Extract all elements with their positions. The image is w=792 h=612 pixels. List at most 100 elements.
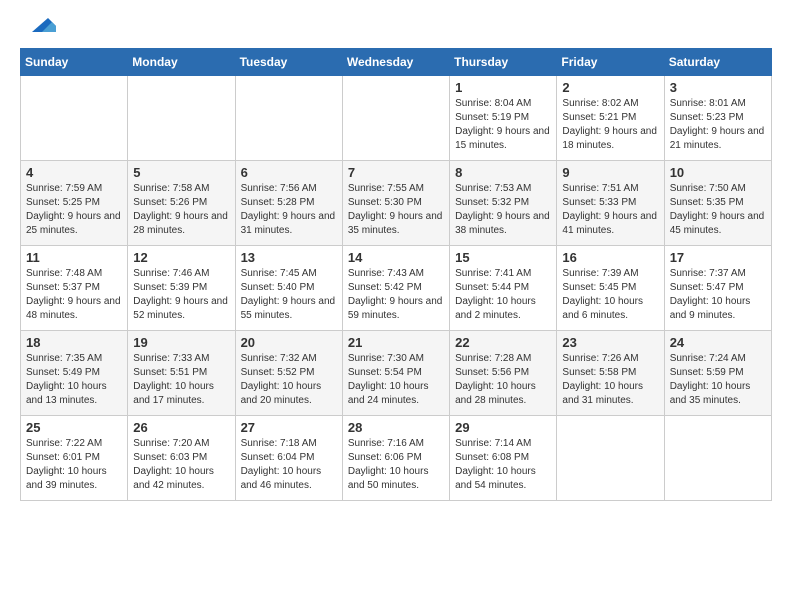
day-info: Sunrise: 7:16 AM Sunset: 6:06 PM Dayligh… <box>348 437 444 493</box>
page-header <box>20 16 772 38</box>
week-row-1: 1 Sunrise: 8:04 AM Sunset: 5:19 PM Daylig… <box>21 76 772 161</box>
week-row-5: 25 Sunrise: 7:22 AM Sunset: 6:01 PM Dayli… <box>21 416 772 501</box>
calendar-cell: 7 Sunrise: 7:55 AM Sunset: 5:30 PM Daylig… <box>342 161 449 246</box>
day-number: 25 <box>26 420 122 435</box>
day-number: 28 <box>348 420 444 435</box>
calendar-cell: 17 Sunrise: 7:37 AM Sunset: 5:47 PM Dayli… <box>664 246 771 331</box>
day-info: Sunrise: 7:39 AM Sunset: 5:45 PM Dayligh… <box>562 267 658 323</box>
day-number: 3 <box>670 80 766 95</box>
header-day-sunday: Sunday <box>21 49 128 76</box>
day-number: 13 <box>241 250 337 265</box>
calendar-cell: 13 Sunrise: 7:45 AM Sunset: 5:40 PM Dayli… <box>235 246 342 331</box>
day-number: 1 <box>455 80 551 95</box>
calendar-cell: 27 Sunrise: 7:18 AM Sunset: 6:04 PM Dayli… <box>235 416 342 501</box>
calendar-cell: 20 Sunrise: 7:32 AM Sunset: 5:52 PM Dayli… <box>235 331 342 416</box>
calendar-cell: 16 Sunrise: 7:39 AM Sunset: 5:45 PM Dayli… <box>557 246 664 331</box>
calendar-cell <box>235 76 342 161</box>
week-row-2: 4 Sunrise: 7:59 AM Sunset: 5:25 PM Daylig… <box>21 161 772 246</box>
calendar-cell <box>664 416 771 501</box>
day-info: Sunrise: 7:55 AM Sunset: 5:30 PM Dayligh… <box>348 182 444 238</box>
logo-icon <box>24 4 56 36</box>
day-info: Sunrise: 7:22 AM Sunset: 6:01 PM Dayligh… <box>26 437 122 493</box>
day-info: Sunrise: 7:37 AM Sunset: 5:47 PM Dayligh… <box>670 267 766 323</box>
day-info: Sunrise: 7:41 AM Sunset: 5:44 PM Dayligh… <box>455 267 551 323</box>
day-info: Sunrise: 7:46 AM Sunset: 5:39 PM Dayligh… <box>133 267 229 323</box>
day-number: 12 <box>133 250 229 265</box>
day-number: 5 <box>133 165 229 180</box>
day-number: 9 <box>562 165 658 180</box>
calendar-cell <box>128 76 235 161</box>
calendar-cell: 9 Sunrise: 7:51 AM Sunset: 5:33 PM Daylig… <box>557 161 664 246</box>
day-info: Sunrise: 7:53 AM Sunset: 5:32 PM Dayligh… <box>455 182 551 238</box>
day-number: 27 <box>241 420 337 435</box>
day-number: 6 <box>241 165 337 180</box>
day-info: Sunrise: 8:04 AM Sunset: 5:19 PM Dayligh… <box>455 97 551 153</box>
week-row-3: 11 Sunrise: 7:48 AM Sunset: 5:37 PM Dayli… <box>21 246 772 331</box>
calendar-cell: 10 Sunrise: 7:50 AM Sunset: 5:35 PM Dayli… <box>664 161 771 246</box>
day-number: 22 <box>455 335 551 350</box>
header-day-monday: Monday <box>128 49 235 76</box>
day-info: Sunrise: 7:26 AM Sunset: 5:58 PM Dayligh… <box>562 352 658 408</box>
day-info: Sunrise: 7:24 AM Sunset: 5:59 PM Dayligh… <box>670 352 766 408</box>
calendar-cell <box>342 76 449 161</box>
day-number: 2 <box>562 80 658 95</box>
calendar-header: SundayMondayTuesdayWednesdayThursdayFrid… <box>21 49 772 76</box>
day-number: 14 <box>348 250 444 265</box>
day-info: Sunrise: 7:33 AM Sunset: 5:51 PM Dayligh… <box>133 352 229 408</box>
header-day-saturday: Saturday <box>664 49 771 76</box>
day-number: 11 <box>26 250 122 265</box>
header-day-friday: Friday <box>557 49 664 76</box>
week-row-4: 18 Sunrise: 7:35 AM Sunset: 5:49 PM Dayli… <box>21 331 772 416</box>
day-number: 10 <box>670 165 766 180</box>
day-number: 16 <box>562 250 658 265</box>
day-info: Sunrise: 8:01 AM Sunset: 5:23 PM Dayligh… <box>670 97 766 153</box>
calendar-cell: 3 Sunrise: 8:01 AM Sunset: 5:23 PM Daylig… <box>664 76 771 161</box>
calendar-cell <box>557 416 664 501</box>
day-info: Sunrise: 7:48 AM Sunset: 5:37 PM Dayligh… <box>26 267 122 323</box>
day-number: 29 <box>455 420 551 435</box>
day-number: 23 <box>562 335 658 350</box>
calendar-cell: 26Sunrise: 7:20 AM Sunset: 6:03 PM Dayli… <box>128 416 235 501</box>
day-info: Sunrise: 7:32 AM Sunset: 5:52 PM Dayligh… <box>241 352 337 408</box>
header-day-wednesday: Wednesday <box>342 49 449 76</box>
day-info: Sunrise: 7:28 AM Sunset: 5:56 PM Dayligh… <box>455 352 551 408</box>
day-info: Sunrise: 7:59 AM Sunset: 5:25 PM Dayligh… <box>26 182 122 238</box>
calendar-cell: 11 Sunrise: 7:48 AM Sunset: 5:37 PM Dayli… <box>21 246 128 331</box>
calendar-cell: 21 Sunrise: 7:30 AM Sunset: 5:54 PM Dayli… <box>342 331 449 416</box>
day-number: 20 <box>241 335 337 350</box>
header-day-thursday: Thursday <box>450 49 557 76</box>
day-info: Sunrise: 7:51 AM Sunset: 5:33 PM Dayligh… <box>562 182 658 238</box>
day-info: Sunrise: 7:30 AM Sunset: 5:54 PM Dayligh… <box>348 352 444 408</box>
calendar-cell: 2 Sunrise: 8:02 AM Sunset: 5:21 PM Daylig… <box>557 76 664 161</box>
calendar-cell: 25 Sunrise: 7:22 AM Sunset: 6:01 PM Dayli… <box>21 416 128 501</box>
day-number: 8 <box>455 165 551 180</box>
day-number: 17 <box>670 250 766 265</box>
day-info: Sunrise: 7:58 AM Sunset: 5:26 PM Dayligh… <box>133 182 229 238</box>
day-info: Sunrise: 7:43 AM Sunset: 5:42 PM Dayligh… <box>348 267 444 323</box>
day-info: Sunrise: 7:50 AM Sunset: 5:35 PM Dayligh… <box>670 182 766 238</box>
calendar-cell: 23 Sunrise: 7:26 AM Sunset: 5:58 PM Dayli… <box>557 331 664 416</box>
calendar-cell: 29 Sunrise: 7:14 AM Sunset: 6:08 PM Dayli… <box>450 416 557 501</box>
day-number: 24 <box>670 335 766 350</box>
day-number: 7 <box>348 165 444 180</box>
day-number: 4 <box>26 165 122 180</box>
day-number: 21 <box>348 335 444 350</box>
day-number: 15 <box>455 250 551 265</box>
day-info: Sunrise: 7:14 AM Sunset: 6:08 PM Dayligh… <box>455 437 551 493</box>
calendar-cell: 14 Sunrise: 7:43 AM Sunset: 5:42 PM Dayli… <box>342 246 449 331</box>
calendar-cell: 6Sunrise: 7:56 AM Sunset: 5:28 PM Daylig… <box>235 161 342 246</box>
day-info: Sunrise: 8:02 AM Sunset: 5:21 PM Dayligh… <box>562 97 658 153</box>
day-number: 18 <box>26 335 122 350</box>
day-number: 19 <box>133 335 229 350</box>
day-info: Sunrise: 7:45 AM Sunset: 5:40 PM Dayligh… <box>241 267 337 323</box>
calendar-cell: 12 Sunrise: 7:46 AM Sunset: 5:39 PM Dayli… <box>128 246 235 331</box>
calendar-cell: 15 Sunrise: 7:41 AM Sunset: 5:44 PM Dayli… <box>450 246 557 331</box>
calendar-cell: 24 Sunrise: 7:24 AM Sunset: 5:59 PM Dayli… <box>664 331 771 416</box>
day-info: Sunrise: 7:20 AM Sunset: 6:03 PM Dayligh… <box>133 437 229 493</box>
day-info: Sunrise: 7:18 AM Sunset: 6:04 PM Dayligh… <box>241 437 337 493</box>
logo <box>20 16 56 38</box>
calendar-cell: 8 Sunrise: 7:53 AM Sunset: 5:32 PM Daylig… <box>450 161 557 246</box>
calendar-cell: 19 Sunrise: 7:33 AM Sunset: 5:51 PM Dayli… <box>128 331 235 416</box>
calendar-cell: 5 Sunrise: 7:58 AM Sunset: 5:26 PM Daylig… <box>128 161 235 246</box>
day-info: Sunrise: 7:35 AM Sunset: 5:49 PM Dayligh… <box>26 352 122 408</box>
